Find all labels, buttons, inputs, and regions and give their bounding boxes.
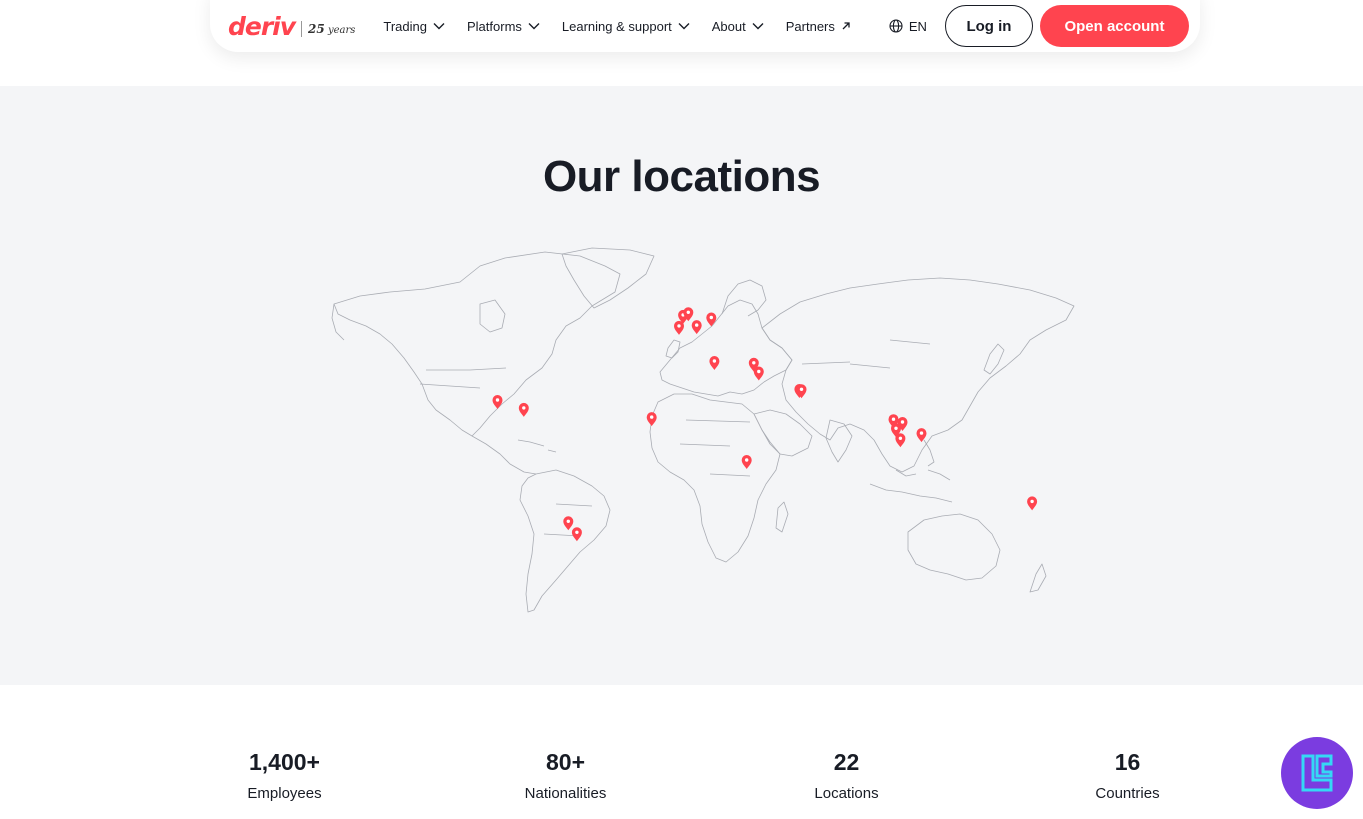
location-pin-icon xyxy=(741,455,752,469)
chevron-down-icon xyxy=(752,23,764,30)
india-outline xyxy=(825,419,853,463)
location-pin-icon xyxy=(492,395,503,409)
location-pin-icon xyxy=(646,412,657,427)
stat-locations-value: 22 xyxy=(833,749,860,775)
logo-anniversary: 25 years xyxy=(308,22,355,36)
arabia-outline xyxy=(753,409,813,457)
menu-partners-label: Partners xyxy=(785,18,835,34)
location-pin-icon xyxy=(691,320,702,335)
new-zealand-outline xyxy=(1029,563,1047,593)
south-america-outline xyxy=(519,469,611,613)
menu-platforms-label: Platforms xyxy=(467,18,522,34)
company-stats: 1,400+ Employees 80+ Nationalities 22 Lo… xyxy=(144,746,1268,802)
chevron-down-icon xyxy=(678,23,690,30)
scandinavia-outline xyxy=(721,279,767,317)
external-arrow-icon xyxy=(842,22,850,30)
australia-outline xyxy=(907,513,1001,581)
alaska-outline xyxy=(331,303,345,341)
stat-nationalities: 80+ Nationalities xyxy=(425,746,706,802)
country-borders xyxy=(419,339,931,537)
menu-about-label: About xyxy=(711,18,746,34)
continent-outlines xyxy=(331,247,1075,613)
location-pin-icon xyxy=(753,366,764,381)
stat-countries: 16 Countries xyxy=(987,746,1268,802)
location-pin-icon xyxy=(796,384,807,399)
locations-section: Our locations xyxy=(0,86,1363,685)
menu-learning-support[interactable]: Learning & support xyxy=(562,19,690,34)
login-button[interactable]: Log in xyxy=(944,5,1033,47)
caribbean-islands xyxy=(517,439,557,453)
madagascar-outline xyxy=(775,501,789,533)
menu-platforms[interactable]: Platforms xyxy=(467,19,540,34)
stat-locations-label: Locations xyxy=(814,785,879,802)
language-selector[interactable]: EN xyxy=(889,19,927,34)
world-map xyxy=(331,247,1075,613)
menu-learning-support-label: Learning & support xyxy=(561,18,672,34)
open-account-button[interactable]: Open account xyxy=(1039,5,1189,47)
location-pin-icon xyxy=(1027,496,1038,511)
indonesia-outline xyxy=(869,469,953,503)
greenland-outline xyxy=(561,247,655,309)
north-america-outline xyxy=(333,251,621,437)
globe-icon xyxy=(889,19,903,33)
floating-app-badge[interactable] xyxy=(1281,737,1353,809)
logo-years-text: years xyxy=(327,25,356,36)
deriv-logo[interactable]: deriv 25 years xyxy=(228,12,355,41)
location-pin-icon xyxy=(709,356,720,370)
stat-countries-value: 16 xyxy=(1114,749,1141,775)
menu-trading-label: Trading xyxy=(383,18,427,34)
asia-outline xyxy=(761,277,1075,473)
stat-locations: 22 Locations xyxy=(706,746,987,802)
location-pin-icon xyxy=(916,428,927,443)
stat-nationalities-value: 80+ xyxy=(545,749,585,775)
uk-outline xyxy=(665,339,681,359)
stat-employees-label: Employees xyxy=(247,785,322,802)
stat-nationalities-label: Nationalities xyxy=(524,785,607,802)
stat-employees: 1,400+ Employees xyxy=(144,746,425,802)
africa-outline xyxy=(649,393,781,563)
locations-title: Our locations xyxy=(542,152,821,201)
stat-employees-value: 1,400+ xyxy=(249,749,320,775)
location-pin-icon xyxy=(571,527,582,542)
logo-wordmark: deriv xyxy=(228,11,296,41)
app-logo-icon xyxy=(1301,754,1333,792)
philippines-outline xyxy=(923,439,935,467)
menu-about[interactable]: About xyxy=(712,19,764,34)
location-pin-icon xyxy=(706,312,717,327)
menu-trading[interactable]: Trading xyxy=(383,19,445,34)
logo-divider xyxy=(301,21,303,37)
main-menu: Trading Platforms Learning & support Abo… xyxy=(383,19,873,34)
chevron-down-icon xyxy=(433,23,445,30)
chevron-down-icon xyxy=(528,23,540,30)
location-pin-icon xyxy=(518,402,529,417)
top-navigation: deriv 25 years Trading Platforms Learnin… xyxy=(210,0,1200,52)
stat-countries-label: Countries xyxy=(1095,785,1160,802)
location-pin-icon xyxy=(895,433,906,448)
menu-partners[interactable]: Partners xyxy=(786,19,851,34)
language-label: EN xyxy=(908,18,927,34)
location-pin-icon xyxy=(563,516,574,531)
hudson-bay-outline xyxy=(479,299,506,333)
logo-years-number: 25 xyxy=(308,22,325,36)
